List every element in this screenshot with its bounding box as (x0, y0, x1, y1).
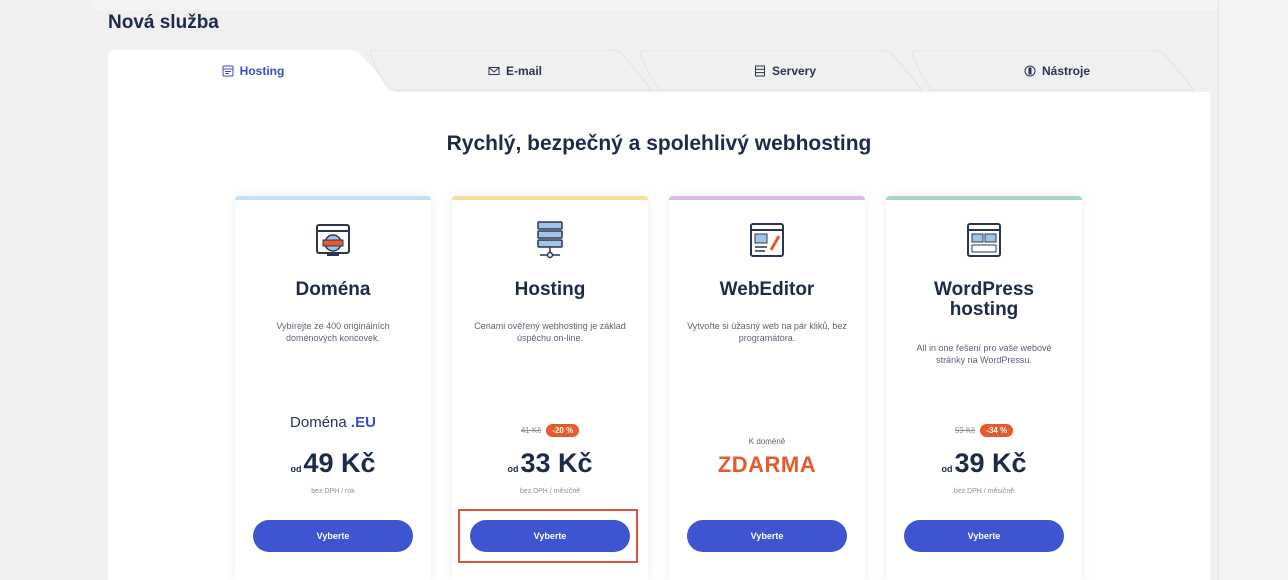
left-margin (0, 0, 92, 580)
domain-ext-label: .EU (350, 414, 376, 431)
price-amount: 33 Kč (520, 448, 593, 478)
card-accent (669, 196, 865, 200)
select-wordpress-button[interactable]: Vyberte (904, 520, 1064, 552)
envelope-icon (488, 67, 500, 75)
card-title: Doména (295, 279, 371, 300)
card-accent (235, 196, 431, 200)
domain-extension: Doména .EU (235, 414, 431, 431)
card-title: WebEditor (719, 279, 815, 300)
headline: Rychlý, bezpečný a spolehlivý webhosting (446, 132, 872, 155)
wordpress-layout-icon (967, 223, 1001, 257)
price-note: bez DPH / rok (311, 488, 355, 495)
price-note: bez DPH / měsíčně (953, 488, 1015, 495)
domain-label: Doména (290, 414, 347, 431)
card-description: Vybírejte ze 400 originálních doménových… (276, 321, 390, 343)
tab-servery[interactable]: Servery (640, 50, 930, 96)
domain-icon (316, 224, 350, 256)
product-card-wordpress: WordPress hosting All in one řešení pro … (886, 196, 1082, 580)
tab-label: E-mail (505, 64, 542, 78)
tab-nastroje[interactable]: Nástroje (912, 50, 1202, 96)
card-description: Cenami ověřený webhosting je základ úspě… (474, 321, 626, 343)
tab-label: Hosting (239, 64, 285, 78)
product-card-webeditor: WebEditor Vytvořte si úžasný web na pár … (669, 196, 865, 580)
top-bar (92, 0, 1218, 10)
page-title: Nová služba (108, 12, 219, 33)
price: od 49 Kč (235, 448, 431, 479)
hosting-icon (222, 65, 234, 77)
product-card-domena: Doména Vybírejte ze 400 originálních dom… (235, 196, 431, 580)
tab-hosting[interactable]: Hosting (108, 50, 398, 96)
old-price: 41 Kč (520, 426, 542, 435)
card-description: Vytvořte si úžasný web na pár kliků, bez… (687, 321, 847, 343)
discount-row: 41 Kč -20 % (452, 424, 648, 437)
select-webeditor-button[interactable]: Vyberte (687, 520, 847, 552)
tab-label: Nástroje (1041, 64, 1091, 78)
price-prefix: od (941, 464, 953, 474)
server-icon (754, 65, 765, 77)
price-amount: 39 Kč (954, 448, 1027, 478)
tab-email[interactable]: E-mail (370, 50, 660, 96)
card-accent (452, 196, 648, 200)
highlight-box (458, 509, 638, 563)
price-note: bez DPH / měsíčně (519, 488, 581, 495)
price-prefix: od (290, 464, 302, 474)
content-panel: Rychlý, bezpečný a spolehlivý webhosting… (108, 92, 1210, 580)
select-domena-button[interactable]: Vyberte (253, 520, 413, 552)
discount-row: 59 Kč -34 % (886, 424, 1082, 437)
server-stack-icon (537, 221, 563, 259)
discount-badge: -34 % (980, 424, 1014, 437)
price: od 39 Kč (886, 448, 1082, 479)
card-description: All in one řešení pro vaše webové stránk… (916, 343, 1052, 365)
right-sidebar (1218, 0, 1288, 580)
tab-label: Servery (771, 64, 817, 78)
service-tabs: Hosting E-mail Servery Nástroje (108, 50, 1210, 96)
price: od 33 Kč (452, 448, 648, 479)
free-price: ZDARMA (717, 452, 817, 477)
discount-badge: -20 % (546, 424, 580, 437)
card-title: Hosting (514, 279, 586, 300)
price-amount: 49 Kč (303, 448, 376, 478)
old-price: 59 Kč (954, 426, 976, 435)
price-prefix: od (507, 464, 519, 474)
free-label: K doméně (748, 437, 786, 446)
web-editor-icon (750, 223, 784, 257)
card-title: WordPress hosting (934, 279, 1034, 320)
card-accent (886, 196, 1082, 200)
tools-icon (1024, 65, 1036, 77)
